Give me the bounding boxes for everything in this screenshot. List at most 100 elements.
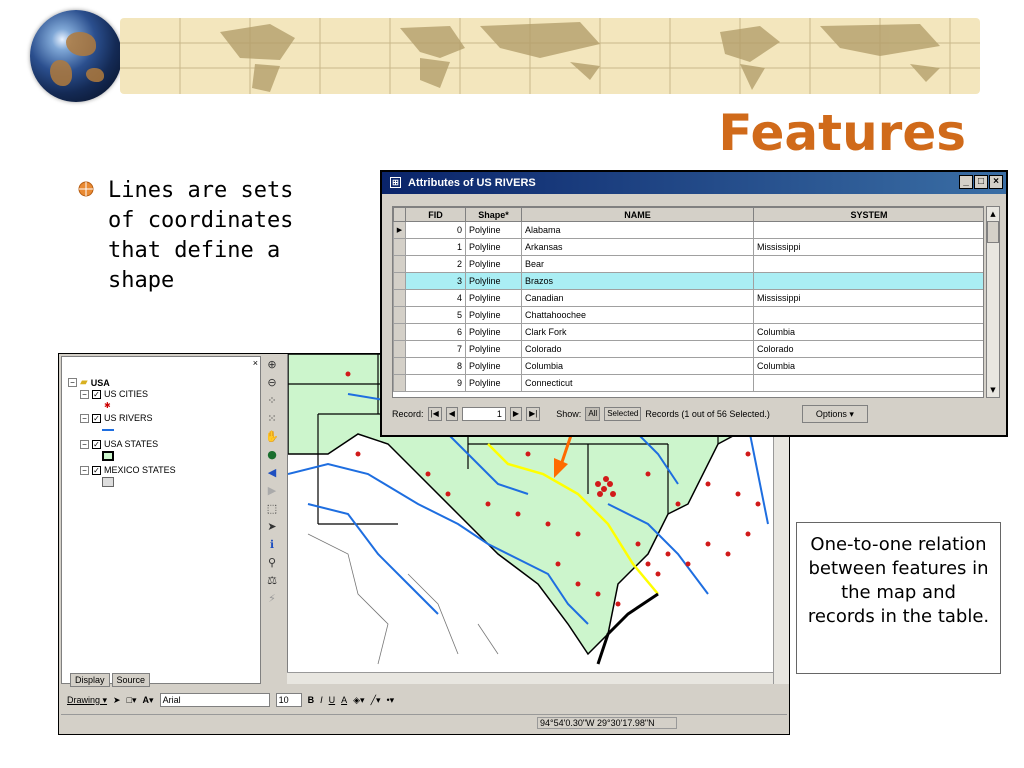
cell-system[interactable]: Colorado — [753, 340, 983, 358]
font-color-button[interactable]: A — [341, 695, 347, 705]
select-features-icon[interactable]: ⬚ — [263, 500, 281, 518]
scroll-thumb[interactable] — [987, 221, 999, 243]
cell-name[interactable]: Columbia — [521, 357, 754, 375]
row-selector[interactable] — [393, 289, 406, 307]
row-selector[interactable] — [393, 374, 406, 392]
row-selector[interactable]: ▶ — [393, 221, 406, 239]
underline-button[interactable]: U — [329, 695, 336, 705]
line-color-icon[interactable]: ╱▾ — [371, 695, 381, 706]
cell-system[interactable] — [753, 221, 983, 239]
toc-item-us-cities[interactable]: − ✓ US CITIES — [80, 389, 148, 399]
column-header-shape[interactable]: Shape* — [465, 207, 522, 222]
cell-fid[interactable]: 4 — [405, 289, 466, 307]
toc-close-button[interactable]: × — [253, 358, 258, 368]
collapse-icon[interactable]: − — [80, 439, 89, 449]
cell-name[interactable]: Arkansas — [521, 238, 754, 256]
cell-system[interactable]: Columbia — [753, 323, 983, 341]
table-row[interactable]: 9 Polyline Connecticut — [393, 374, 983, 392]
measure-icon[interactable]: ⚖ — [263, 572, 281, 590]
table-row[interactable]: 2 Polyline Bear — [393, 255, 983, 273]
window-titlebar[interactable]: ⊞ Attributes of US RIVERS _ □ × — [382, 172, 1006, 194]
show-selected-button[interactable]: Selected — [604, 407, 642, 421]
table-row[interactable]: ▶ 0 Polyline Alabama — [393, 221, 983, 239]
row-selector[interactable] — [393, 357, 406, 375]
previous-record-button[interactable]: ◀ — [445, 407, 458, 421]
table-row[interactable]: 5 Polyline Chattahoochee — [393, 306, 983, 324]
cell-name[interactable]: Connecticut — [521, 374, 754, 392]
cell-system[interactable]: Columbia — [753, 357, 983, 375]
close-button[interactable]: × — [989, 175, 1003, 189]
cell-shape[interactable]: Polyline — [465, 374, 522, 392]
cell-name[interactable]: Alabama — [521, 221, 754, 239]
scroll-up-icon[interactable]: ▲ — [987, 207, 999, 221]
cell-shape[interactable]: Polyline — [465, 255, 522, 273]
first-record-button[interactable]: |◀ — [427, 407, 442, 421]
show-all-button[interactable]: All — [585, 407, 601, 421]
cell-fid[interactable]: 7 — [405, 340, 466, 358]
cell-shape[interactable]: Polyline — [465, 306, 522, 324]
cell-shape[interactable]: Polyline — [465, 221, 522, 239]
select-elements-icon[interactable]: ➤ — [263, 518, 281, 536]
bold-button[interactable]: B — [308, 695, 315, 705]
last-record-button[interactable]: ▶| — [526, 407, 541, 421]
cell-name[interactable]: Canadian — [521, 289, 754, 307]
toc-item-mexico-states[interactable]: − ✓ MEXICO STATES — [80, 465, 176, 475]
cell-name[interactable]: Colorado — [521, 340, 754, 358]
cell-fid[interactable]: 1 — [405, 238, 466, 256]
back-icon[interactable]: ◀ — [263, 464, 281, 482]
cell-name[interactable]: Brazos — [521, 272, 754, 290]
fixed-zoom-out-icon[interactable]: ⁙ — [263, 410, 281, 428]
cell-fid[interactable]: 2 — [405, 255, 466, 273]
find-icon[interactable]: ⚲ — [263, 554, 281, 572]
cell-name[interactable]: Bear — [521, 255, 754, 273]
cell-name[interactable]: Chattahoochee — [521, 306, 754, 324]
italic-button[interactable]: I — [320, 695, 323, 705]
toc-item-usa-states[interactable]: − ✓ USA STATES — [80, 439, 158, 449]
tab-display[interactable]: Display — [70, 673, 110, 687]
row-selector[interactable] — [393, 306, 406, 324]
cell-fid[interactable]: 3 — [405, 272, 466, 290]
checkbox-icon[interactable]: ✓ — [92, 413, 101, 423]
table-row[interactable]: 8 Polyline Columbia Columbia — [393, 357, 983, 375]
collapse-icon[interactable]: − — [68, 378, 77, 387]
cell-fid[interactable]: 8 — [405, 357, 466, 375]
table-row[interactable]: 1 Polyline Arkansas Mississippi — [393, 238, 983, 256]
identify-icon[interactable]: ℹ — [263, 536, 281, 554]
hyperlink-icon[interactable]: ⚡ — [263, 590, 281, 608]
toc-item-usa[interactable]: − ▰ USA — [68, 377, 110, 388]
checkbox-icon[interactable]: ✓ — [92, 389, 101, 399]
cell-fid[interactable]: 5 — [405, 306, 466, 324]
collapse-icon[interactable]: − — [80, 389, 89, 399]
cell-system[interactable] — [753, 255, 983, 273]
cell-system[interactable] — [753, 374, 983, 392]
collapse-icon[interactable]: − — [80, 465, 89, 475]
full-extent-icon[interactable]: ● — [263, 446, 281, 464]
row-selector[interactable] — [393, 323, 406, 341]
select-arrow-icon[interactable]: ➤ — [113, 695, 121, 706]
row-selector[interactable] — [393, 272, 406, 290]
cell-system[interactable] — [753, 272, 983, 290]
row-selector[interactable] — [393, 340, 406, 358]
table-row[interactable]: 3 Polyline Brazos — [393, 272, 983, 290]
pan-icon[interactable]: ✋ — [263, 428, 281, 446]
font-size-select[interactable]: 10 — [275, 693, 302, 707]
cell-shape[interactable]: Polyline — [465, 323, 522, 341]
cell-system[interactable]: Mississippi — [753, 289, 983, 307]
table-row[interactable]: 7 Polyline Colorado Colorado — [393, 340, 983, 358]
toc-item-us-rivers[interactable]: − ✓ US RIVERS — [80, 413, 153, 423]
options-button[interactable]: Options ▾ — [801, 405, 868, 423]
cell-name[interactable]: Clark Fork — [521, 323, 754, 341]
tab-source[interactable]: Source — [111, 673, 151, 687]
map-horizontal-scrollbar[interactable] — [287, 672, 773, 684]
column-header-name[interactable]: NAME — [521, 207, 754, 222]
forward-icon[interactable]: ▶ — [263, 482, 281, 500]
cell-fid[interactable]: 0 — [405, 221, 466, 239]
fixed-zoom-in-icon[interactable]: ⁘ — [263, 392, 281, 410]
rectangle-icon[interactable]: □▾ — [127, 695, 137, 706]
cell-system[interactable] — [753, 306, 983, 324]
record-number-input[interactable]: 1 — [461, 407, 506, 421]
table-vertical-scrollbar[interactable]: ▲ ▼ — [986, 206, 1000, 398]
fill-color-icon[interactable]: ◈▾ — [353, 695, 364, 706]
cell-fid[interactable]: 6 — [405, 323, 466, 341]
drawing-menu[interactable]: Drawing ▾ — [67, 695, 107, 706]
